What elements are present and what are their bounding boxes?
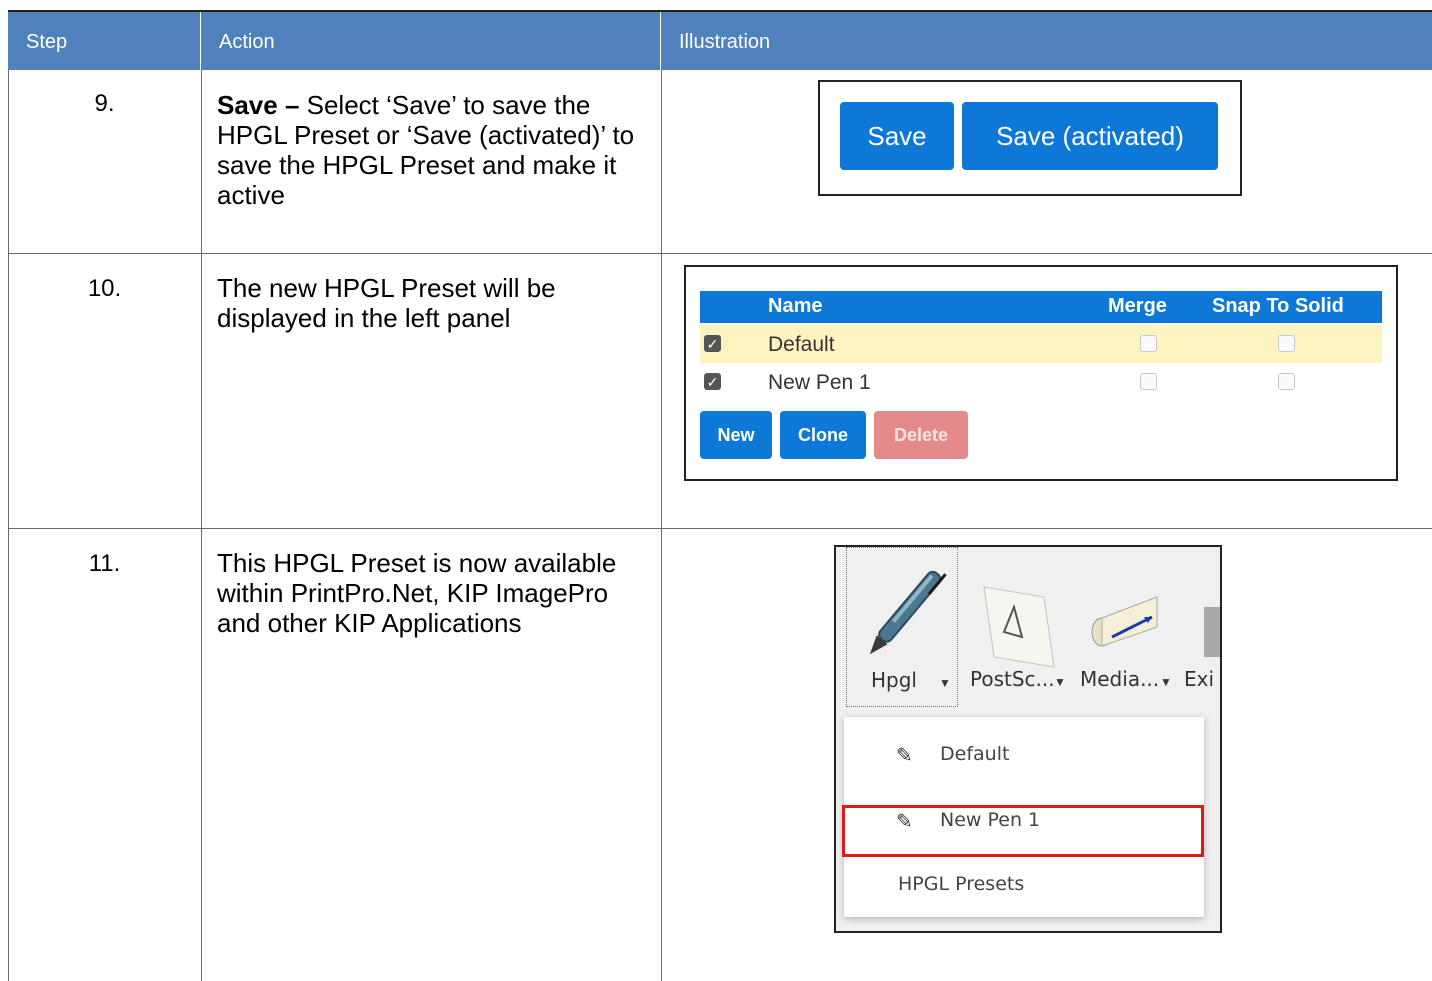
media-roll-icon [1091, 596, 1158, 647]
snap-checkbox[interactable] [1278, 373, 1295, 390]
action-text: Save – Select ‘Save’ to save the HPGL Pr… [201, 90, 661, 210]
column-divider [661, 70, 662, 981]
row-divider [8, 528, 1432, 529]
col-snap-to-solid: Snap To Solid [1212, 295, 1344, 317]
exit-label: Exi [1184, 667, 1215, 691]
chevron-down-icon: ▼ [939, 676, 951, 690]
col-name: Name [768, 295, 823, 317]
media-label: Media... [1080, 667, 1160, 691]
postscript-label: PostSc... [970, 667, 1055, 691]
selection-highlight [842, 805, 1204, 857]
hpgl-label: Hpgl [871, 668, 917, 692]
action-bold: Save – [217, 90, 300, 120]
col-merge: Merge [1108, 295, 1167, 317]
menu-item-label: HPGL Presets [898, 873, 1025, 895]
step-number: 9. [94, 90, 115, 117]
header-action: Action [201, 12, 661, 70]
table-row[interactable]: ✓ New Pen 1 [700, 363, 1382, 401]
exit-tool[interactable]: Exi [1180, 547, 1220, 707]
merge-checkbox[interactable] [1140, 335, 1157, 352]
media-tool[interactable]: Media... ▼ [1074, 547, 1174, 707]
paper-icon [983, 586, 1055, 668]
clone-button[interactable]: Clone [780, 411, 866, 459]
action-text: The new HPGL Preset will be displayed in… [217, 273, 556, 333]
new-button[interactable]: New [700, 411, 772, 459]
menu-item-hpgl-presets[interactable]: HPGL Presets [844, 859, 1204, 911]
preset-panel-illustration: Name Merge Snap To Solid ✓ Default ✓ New… [684, 265, 1398, 481]
merge-checkbox[interactable] [1140, 373, 1157, 390]
step-number: 10. [87, 275, 122, 302]
pen-icon [869, 570, 947, 655]
row-checkbox[interactable]: ✓ [704, 373, 721, 390]
table-header: Step Action Illustration [8, 10, 1432, 70]
chevron-down-icon: ▼ [1160, 675, 1172, 689]
pencil-icon: ✎ [896, 743, 913, 767]
step-number: 11. [88, 550, 121, 577]
table-left-border [8, 70, 9, 981]
preset-table-header: Name Merge Snap To Solid [700, 291, 1382, 323]
row-divider [8, 253, 1432, 254]
menu-item-default[interactable]: ✎ Default [844, 729, 1204, 781]
table-row[interactable]: ✓ Default [700, 325, 1382, 363]
row-checkbox[interactable]: ✓ [704, 335, 721, 352]
preset-name: New Pen 1 [768, 371, 871, 394]
header-illustration: Illustration [679, 31, 771, 53]
snap-checkbox[interactable] [1278, 335, 1295, 352]
chevron-down-icon: ▼ [1054, 675, 1066, 689]
menu-item-label: Default [940, 743, 1010, 765]
save-buttons-illustration: Save Save (activated) [818, 80, 1242, 196]
hpgl-tool[interactable]: Hpgl ▼ [846, 547, 958, 707]
header-step: Step [8, 12, 201, 70]
postscript-tool[interactable]: PostSc... ▼ [964, 547, 1068, 707]
delete-button[interactable]: Delete [874, 411, 968, 459]
save-button[interactable]: Save [840, 102, 954, 170]
exit-icon [1204, 607, 1220, 657]
action-text: This HPGL Preset is now available within… [217, 548, 617, 638]
save-activated-button[interactable]: Save (activated) [962, 102, 1218, 170]
preset-name: Default [768, 333, 835, 356]
hpgl-menu-illustration: Hpgl ▼ PostSc... ▼ Media... ▼ Exi ✎ Defa… [834, 545, 1222, 933]
